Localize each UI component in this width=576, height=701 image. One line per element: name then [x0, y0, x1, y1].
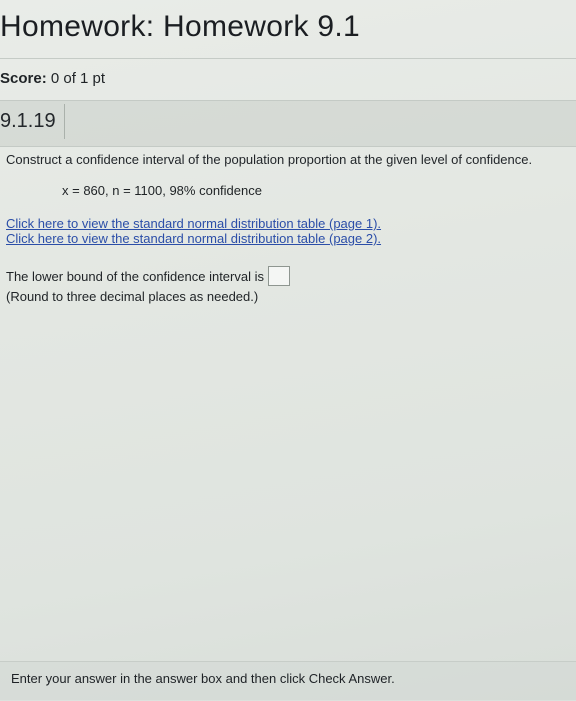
answer-prompt: The lower bound of the confidence interv…: [6, 268, 264, 284]
normal-table-page1-link[interactable]: Click here to view the standard normal d…: [6, 216, 381, 231]
normal-table-page2-link[interactable]: Click here to view the standard normal d…: [6, 231, 381, 246]
question-givens: x = 860, n = 1100, 98% confidence: [62, 183, 262, 198]
question-id-bar: [0, 100, 576, 147]
question-prompt: Construct a confidence interval of the p…: [6, 152, 533, 167]
question-id-separator: [64, 104, 65, 139]
question-id: 9.1.19: [0, 110, 56, 132]
answer-row: The lower bound of the confidence interv…: [6, 266, 290, 286]
page-title: Homework: Homework 9.1: [0, 10, 361, 43]
rounding-hint: (Round to three decimal places as needed…: [6, 289, 259, 304]
score-value: 0 of 1 pt: [50, 70, 106, 87]
footer-instruction: Enter your answer in the answer box and …: [11, 671, 395, 686]
score-label: Score:: [0, 70, 47, 87]
answer-input[interactable]: [268, 266, 290, 286]
score-line: Score: 0 of 1 pt: [0, 70, 105, 87]
title-divider: [0, 58, 576, 59]
